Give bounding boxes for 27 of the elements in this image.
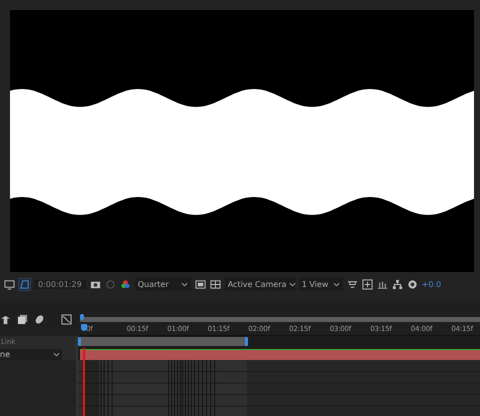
navigator-bar[interactable] <box>80 316 480 322</box>
frame-blending-icon[interactable] <box>17 314 28 324</box>
resolution-dropdown[interactable]: Quarter <box>134 277 191 291</box>
navigator-handle[interactable] <box>80 314 84 320</box>
transparency-grid-icon[interactable] <box>210 278 221 290</box>
shy-layers-icon[interactable] <box>0 314 11 324</box>
monitor-icon[interactable] <box>4 278 15 290</box>
region-icon[interactable] <box>194 278 206 290</box>
rgb-channels-icon[interactable] <box>120 278 131 290</box>
fast-preview-icon[interactable] <box>362 278 373 290</box>
mask-icon[interactable] <box>19 278 30 290</box>
exposure-value[interactable]: +0.0 <box>422 280 442 288</box>
exposure-icon[interactable] <box>406 278 418 290</box>
view-layout-dropdown[interactable]: 1 View <box>298 277 343 291</box>
chevron-icon[interactable] <box>332 282 340 286</box>
work-area-start-handle[interactable] <box>78 337 81 346</box>
flowchart-icon[interactable] <box>392 278 403 290</box>
chevron-icon[interactable] <box>53 352 60 356</box>
parent-dropdown[interactable]: ne <box>0 348 62 360</box>
chevron-icon[interactable] <box>180 282 188 286</box>
work-area-end-handle[interactable] <box>245 337 248 346</box>
chevron-icon[interactable] <box>289 282 296 286</box>
motion-blur-icon[interactable] <box>34 314 45 324</box>
camera-dropdown[interactable]: Active Camera <box>224 277 295 291</box>
graph-editor-icon[interactable] <box>61 314 72 324</box>
timecode-display[interactable]: 0:00:01:29 <box>34 280 86 288</box>
playhead-handle[interactable] <box>81 324 87 331</box>
